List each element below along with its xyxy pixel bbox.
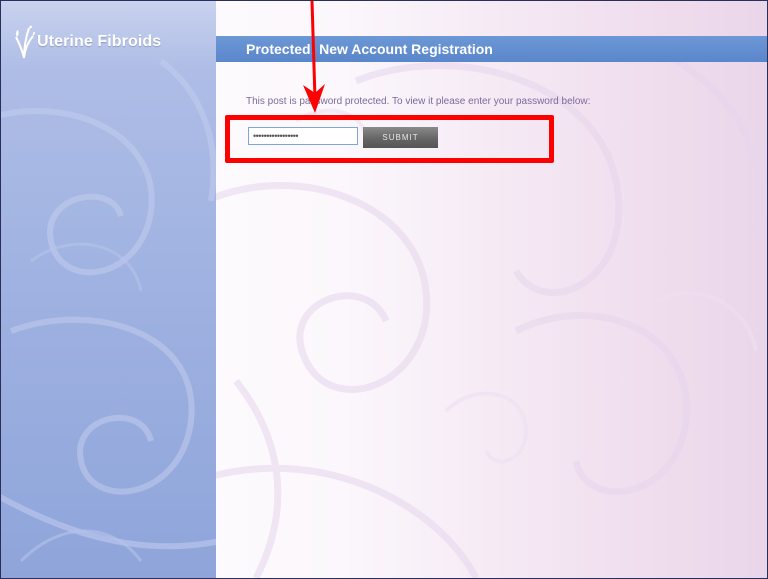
site-logo-text: Uterine Fibroids [37,33,162,50]
page-frame: Uterine Fibroids Protected: New Account … [0,0,768,579]
arrow-down-icon [303,1,325,113]
leaf-icon [13,25,35,59]
page-title: Protected: New Account Registration [246,41,493,57]
site-logo[interactable]: Uterine Fibroids [13,22,161,62]
highlight-annotation-box [225,115,554,163]
sidebar-swirl-decoration [1,58,216,563]
sidebar: Uterine Fibroids [1,1,216,578]
